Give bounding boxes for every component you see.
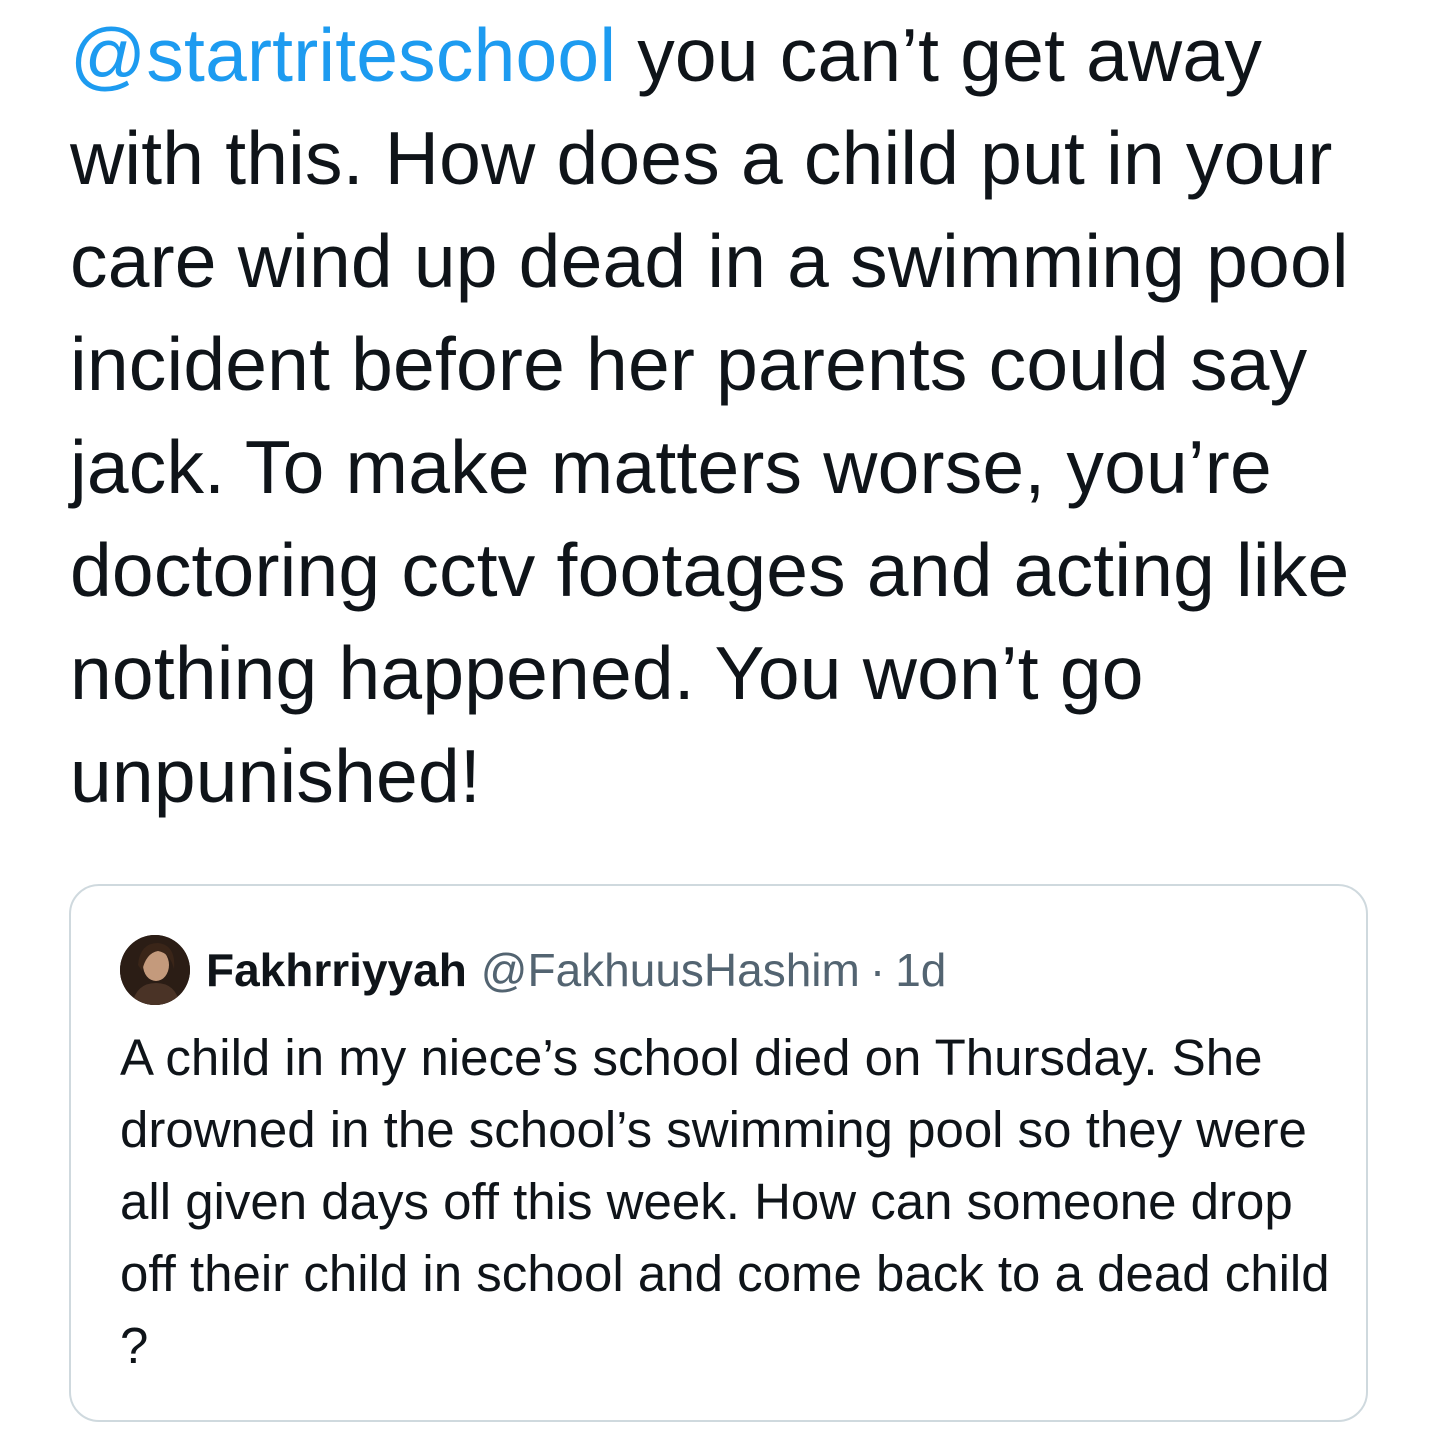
- quoted-tweet-header: Fakhrriyyah @FakhuusHashim · 1d: [120, 935, 946, 1005]
- quoted-tweet-card[interactable]: Fakhrriyyah @FakhuusHashim · 1d A child …: [69, 884, 1368, 1422]
- mention-link[interactable]: @startriteschool: [70, 13, 616, 97]
- user-avatar-icon: [120, 935, 190, 1005]
- tweet-text: @startriteschool you can’t get away with…: [70, 4, 1400, 828]
- quoted-timestamp[interactable]: 1d: [895, 943, 946, 997]
- quoted-handle[interactable]: @FakhuusHashim: [481, 943, 860, 997]
- separator-dot: ·: [869, 944, 886, 996]
- quoted-tweet-text: A child in my niece’s school died on Thu…: [120, 1029, 1330, 1374]
- tweet-body: you can’t get away with this. How does a…: [70, 13, 1350, 818]
- quoted-display-name[interactable]: Fakhrriyyah: [206, 943, 467, 997]
- avatar[interactable]: [120, 935, 190, 1005]
